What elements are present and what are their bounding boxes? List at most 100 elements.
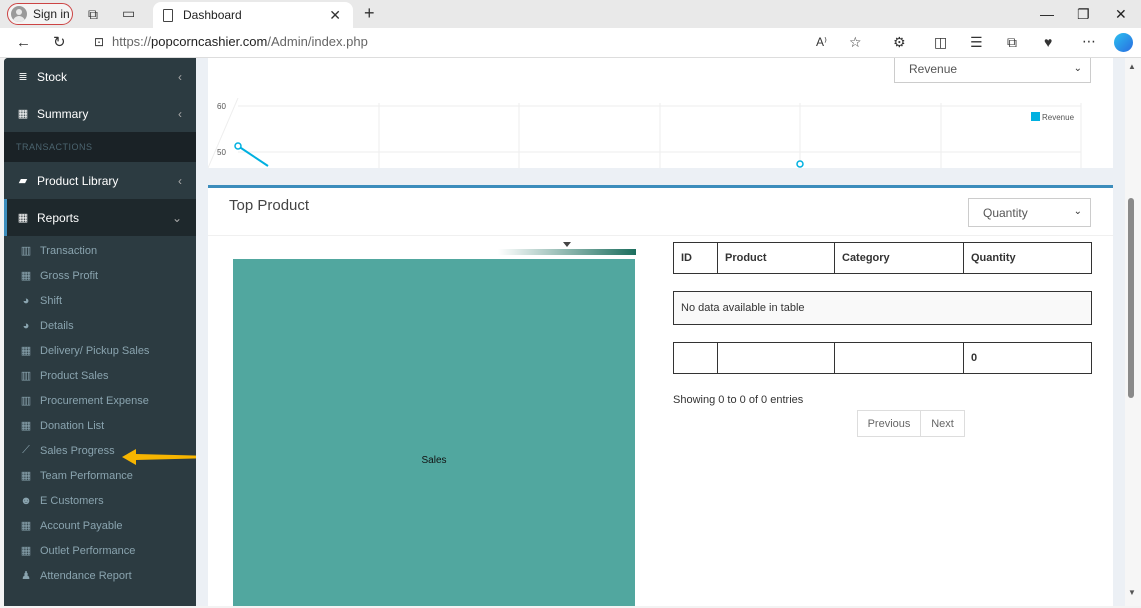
scroll-up-icon[interactable]: ▲ bbox=[1128, 62, 1136, 71]
table-icon: ▦ bbox=[20, 420, 32, 432]
scrollbar-thumb[interactable] bbox=[1128, 198, 1134, 398]
tab-actions-icon[interactable]: ▭ bbox=[122, 6, 135, 20]
sidebar: ≣ Stock ‹ ▦ Summary ‹ TRANSACTIONS ▰ Pro… bbox=[4, 58, 196, 606]
sign-in-label: Sign in bbox=[33, 7, 70, 21]
table-info: Showing 0 to 0 of 0 entries bbox=[673, 394, 804, 406]
close-window-icon[interactable]: ✕ bbox=[1115, 6, 1127, 23]
table-icon: ▦ bbox=[20, 470, 32, 482]
y-tick-label: 60 bbox=[217, 102, 226, 111]
table-footer-row: 0 bbox=[673, 342, 1092, 374]
read-aloud-icon[interactable]: A⁾ bbox=[816, 36, 827, 48]
copilot-icon[interactable] bbox=[1114, 33, 1133, 52]
sign-in-button[interactable]: Sign in bbox=[7, 3, 73, 25]
sidebar-item-reports[interactable]: ▦ Reports ⌄ bbox=[4, 199, 196, 236]
y-tick-label: 50 bbox=[217, 148, 226, 157]
more-menu-icon[interactable]: ⋯ bbox=[1082, 34, 1096, 48]
sidebar-item-label: Reports bbox=[37, 210, 80, 225]
lock-icon[interactable]: ⊡ bbox=[94, 36, 104, 48]
table-header-row: ID Product Category Quantity bbox=[673, 242, 1092, 274]
sales-treemap[interactable]: Sales bbox=[233, 259, 635, 606]
chevron-left-icon: ‹ bbox=[178, 106, 182, 121]
scroll-down-icon[interactable]: ▼ bbox=[1128, 588, 1136, 597]
table-icon: ▦ bbox=[20, 270, 32, 282]
submenu-item-delivery-pickup-sales[interactable]: ▦ Delivery/ Pickup Sales bbox=[4, 338, 196, 363]
submenu-item-details[interactable]: ◕ Details bbox=[4, 313, 196, 338]
book-icon: ▰ bbox=[18, 175, 28, 187]
extensions-icon[interactable]: ⚙ bbox=[893, 35, 906, 49]
column-header-category[interactable]: Category bbox=[834, 242, 964, 274]
submenu-item-shift[interactable]: ◕ Shift bbox=[4, 288, 196, 313]
column-header-id[interactable]: ID bbox=[673, 242, 718, 274]
favorite-star-icon[interactable]: ☆ bbox=[849, 35, 862, 49]
new-tab-button[interactable]: + bbox=[364, 4, 375, 22]
submenu-label: Transaction bbox=[40, 244, 98, 257]
submenu-item-team-performance[interactable]: ▦ Team Performance bbox=[4, 463, 196, 488]
url-field[interactable]: https://popcorncashier.com/Admin/index.p… bbox=[112, 34, 368, 49]
next-button[interactable]: Next bbox=[920, 410, 965, 437]
chevron-down-icon: ⌄ bbox=[171, 210, 182, 225]
revenue-series-line bbox=[237, 145, 269, 167]
page-scrollbar[interactable]: ▲ ▼ bbox=[1125, 58, 1141, 606]
submenu-label: Product Sales bbox=[40, 369, 109, 382]
pie-chart-icon: ◕ bbox=[22, 294, 30, 307]
url-path: /Admin/index.php bbox=[267, 34, 368, 49]
revenue-data-point bbox=[796, 160, 804, 168]
sidebar-item-stock[interactable]: ≣ Stock ‹ bbox=[4, 58, 196, 95]
close-tab-icon[interactable]: ✕ bbox=[329, 7, 341, 24]
submenu-item-e-customers[interactable]: ☻ E Customers bbox=[4, 488, 196, 513]
submenu-item-attendance-report[interactable]: ♟ Attendance Report bbox=[4, 563, 196, 588]
browser-essentials-icon[interactable]: ♥ bbox=[1044, 35, 1052, 49]
submenu-item-transaction[interactable]: ▥ Transaction bbox=[4, 238, 196, 263]
submenu-item-procurement-expense[interactable]: ▥ Procurement Expense bbox=[4, 388, 196, 413]
revenue-panel: Revenue ⌄ 60 50 Revenue bbox=[208, 58, 1113, 168]
submenu-item-account-payable[interactable]: ▦ Account Payable bbox=[4, 513, 196, 538]
collections-icon[interactable]: ⧉ bbox=[1007, 35, 1017, 49]
split-screen-icon[interactable]: ◫ bbox=[934, 35, 947, 49]
legend-swatch bbox=[1031, 112, 1040, 121]
sidebar-item-summary[interactable]: ▦ Summary ‹ bbox=[4, 95, 196, 132]
treemap-label: Sales bbox=[421, 455, 447, 466]
minimize-icon[interactable]: — bbox=[1040, 6, 1054, 22]
top-product-select[interactable]: Quantity ⌄ bbox=[968, 198, 1091, 227]
section-header-transactions: TRANSACTIONS bbox=[4, 132, 196, 162]
sidebar-item-label: Summary bbox=[37, 106, 89, 121]
page-icon bbox=[163, 8, 173, 22]
refresh-icon[interactable]: ↻ bbox=[53, 35, 66, 50]
restore-icon[interactable]: ❐ bbox=[1077, 6, 1090, 23]
table-icon: ▦ bbox=[20, 345, 32, 357]
panel-divider bbox=[208, 235, 1113, 236]
submenu-item-product-sales[interactable]: ▥ Product Sales bbox=[4, 363, 196, 388]
submenu-label: Attendance Report bbox=[40, 569, 132, 582]
reports-submenu: ▥ Transaction ▦ Gross Profit ◕ Shift ◕ Detai… bbox=[4, 236, 196, 588]
sidebar-item-product-library[interactable]: ▰ Product Library ‹ bbox=[4, 162, 196, 199]
chevron-left-icon: ‹ bbox=[178, 69, 182, 84]
tab-dashboard[interactable]: Dashboard ✕ bbox=[153, 2, 353, 28]
submenu-label: Delivery/ Pickup Sales bbox=[40, 344, 150, 357]
line-chart-icon: ⟋ bbox=[22, 444, 30, 456]
table-icon: ▦ bbox=[17, 212, 29, 224]
address-bar: ← ↻ ⊡ https://popcorncashier.com/Admin/i… bbox=[0, 28, 1141, 58]
table-icon: ▦ bbox=[20, 545, 32, 557]
previous-button[interactable]: Previous bbox=[857, 410, 921, 437]
favorites-icon[interactable]: ☰ bbox=[970, 35, 983, 49]
back-icon[interactable]: ← bbox=[16, 35, 31, 50]
revenue-select[interactable]: Revenue ⌄ bbox=[894, 58, 1091, 83]
workspaces-icon[interactable]: ⧉ bbox=[88, 7, 98, 21]
footer-quantity-total: 0 bbox=[963, 342, 1092, 374]
submenu-item-gross-profit[interactable]: ▦ Gross Profit bbox=[4, 263, 196, 288]
spacer-row bbox=[673, 273, 1092, 292]
bar-chart-icon: ▥ bbox=[20, 245, 32, 257]
bar-chart-icon: ▥ bbox=[20, 370, 32, 382]
submenu-item-outlet-performance[interactable]: ▦ Outlet Performance bbox=[4, 538, 196, 563]
column-header-quantity[interactable]: Quantity bbox=[963, 242, 1092, 274]
tab-title: Dashboard bbox=[183, 8, 242, 22]
column-header-product[interactable]: Product bbox=[717, 242, 835, 274]
color-scale-legend bbox=[498, 249, 636, 255]
legend-pointer-icon bbox=[563, 242, 571, 247]
url-prefix: https:// bbox=[112, 34, 152, 49]
submenu-item-donation-list[interactable]: ▦ Donation List bbox=[4, 413, 196, 438]
footer-cell bbox=[717, 342, 835, 374]
table-icon: ▦ bbox=[17, 108, 29, 120]
database-icon: ≣ bbox=[18, 71, 28, 83]
spacer-row bbox=[673, 324, 1092, 343]
